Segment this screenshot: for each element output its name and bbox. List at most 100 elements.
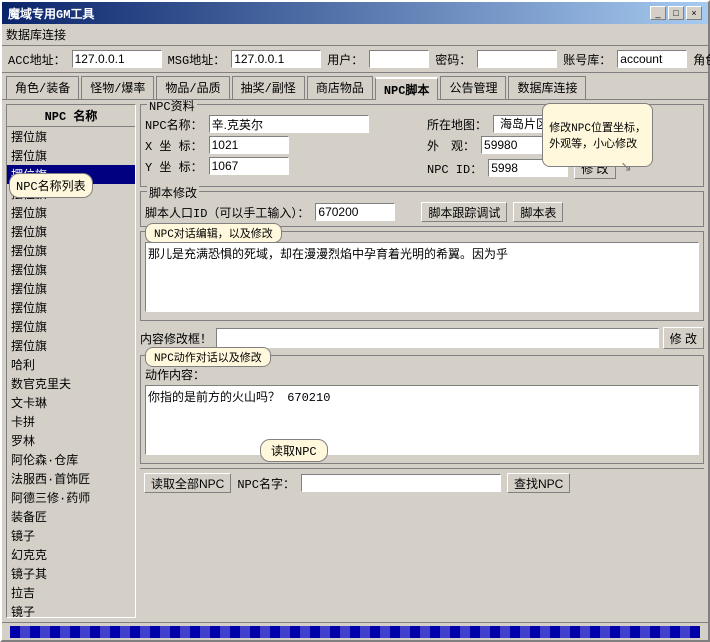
main-content: NPC 名称 摆位旗 摆位旗 摆位旗 摆位旗 摆位旗 摆位旗 摆位旗 摆位旗 摆… bbox=[2, 100, 708, 622]
npc-list-panel: NPC 名称 摆位旗 摆位旗 摆位旗 摆位旗 摆位旗 摆位旗 摆位旗 摆位旗 摆… bbox=[6, 104, 136, 618]
npc-name-search-label: NPC名字： bbox=[237, 475, 295, 492]
content-modify-button[interactable]: 修 改 bbox=[663, 327, 704, 349]
list-item[interactable]: 摆位旗 bbox=[7, 146, 135, 165]
list-item[interactable]: 摆位旗 bbox=[7, 279, 135, 298]
dialog-section: NPC对话编辑，以及修改 那儿是充满恐惧的死域，却在漫漫烈焰中孕育着光明的希翼。… bbox=[140, 231, 704, 321]
list-item[interactable]: 摆位旗 bbox=[7, 260, 135, 279]
list-item[interactable]: 摆位旗 bbox=[7, 298, 135, 317]
debug-button[interactable]: 脚本跟踪调试 bbox=[421, 202, 507, 222]
account-label: 账号库： bbox=[563, 51, 611, 68]
bottom-bar: 读取NPC 读取全部NPC NPC名字： 查找NPC bbox=[140, 468, 704, 497]
list-item[interactable]: 文卡琳 bbox=[7, 393, 135, 412]
pwd-input[interactable] bbox=[477, 50, 557, 68]
pwd-label: 密码： bbox=[435, 51, 471, 68]
window-title: 魔域专用GM工具 bbox=[8, 5, 94, 22]
list-item[interactable]: 阿德三修·药师 bbox=[7, 488, 135, 507]
action-callout: NPC动作对话以及修改 bbox=[145, 347, 271, 367]
list-item[interactable]: 数官克里夫 bbox=[7, 374, 135, 393]
npc-data-group: NPC资料 修改NPC位置坐标，外观等，小心修改 ↘ NPC名称： X 坐 标： bbox=[140, 104, 704, 187]
npc-name-row: NPC名称： bbox=[145, 115, 417, 133]
title-bar-buttons: _ □ × bbox=[650, 6, 702, 20]
list-item[interactable]: 哈利 bbox=[7, 355, 135, 374]
script-section: 脚本修改 脚本人口ID（可以手工输入）： 脚本跟踪调试 脚本表 bbox=[140, 191, 704, 227]
role-label: 角色库： bbox=[693, 51, 710, 68]
read-npc-callout: 读取NPC bbox=[260, 439, 328, 462]
tabs-bar: 角色/装备 怪物/爆率 物品/品质 抽奖/副怪 商店物品 NPC脚本 公告管理 … bbox=[2, 73, 708, 100]
x-coord-input[interactable] bbox=[209, 136, 289, 154]
npc-name-input[interactable] bbox=[209, 115, 369, 133]
tab-shop-items[interactable]: 商店物品 bbox=[307, 76, 373, 99]
script-id-label: 脚本人口ID（可以手工输入）： bbox=[145, 204, 309, 221]
callout-arrow: ↘ bbox=[620, 159, 632, 176]
action-content-label: 动作内容： bbox=[145, 366, 699, 383]
list-item[interactable]: 拉吉 bbox=[7, 583, 135, 602]
action-textarea[interactable]: 你指的是前方的火山吗？ 670210 bbox=[145, 385, 699, 455]
list-item[interactable]: 阿伦森·仓库 bbox=[7, 450, 135, 469]
action-section: NPC动作对话以及修改 动作内容： 你指的是前方的火山吗？ 670210 bbox=[140, 355, 704, 464]
script-id-input[interactable] bbox=[315, 203, 395, 221]
x-coord-label: X 坐 标： bbox=[145, 137, 203, 154]
list-item[interactable]: 摆位旗 bbox=[7, 222, 135, 241]
menu-db-connect[interactable]: 数据库连接 bbox=[6, 29, 66, 43]
maximize-button[interactable]: □ bbox=[668, 6, 684, 20]
list-item[interactable]: 装备匠 bbox=[7, 507, 135, 526]
npc-id-label: NPC ID： bbox=[427, 160, 482, 177]
npc-name-label: NPC名称： bbox=[145, 116, 203, 133]
npc-info-left: NPC名称： X 坐 标： Y 坐 标： bbox=[145, 115, 417, 178]
main-window: 魔域专用GM工具 _ □ × 数据库连接 ACC地址： MSG地址： 用户： 密… bbox=[0, 0, 710, 642]
search-npc-button[interactable]: 查找NPC bbox=[507, 473, 570, 493]
title-bar: 魔域专用GM工具 _ □ × bbox=[2, 2, 708, 24]
tab-monster-drop[interactable]: 怪物/爆率 bbox=[81, 76, 154, 99]
read-all-npc-button[interactable]: 读取全部NPC bbox=[144, 473, 231, 493]
list-item[interactable]: 摆位旗 bbox=[7, 336, 135, 355]
script-id-row: 脚本人口ID（可以手工输入）： 脚本跟踪调试 脚本表 bbox=[145, 202, 699, 222]
script-label: 脚本修改 bbox=[147, 184, 199, 201]
list-item[interactable]: 镜子 bbox=[7, 526, 135, 545]
acc-bar: ACC地址： MSG地址： 用户： 密码： 账号库： 角色库： 断开 bbox=[2, 46, 708, 73]
list-item[interactable]: 镜子其 bbox=[7, 564, 135, 583]
tab-announcement[interactable]: 公告管理 bbox=[440, 76, 506, 99]
acc-input[interactable] bbox=[72, 50, 162, 68]
x-coord-row: X 坐 标： bbox=[145, 136, 417, 154]
status-progressbar bbox=[10, 626, 700, 638]
tab-db-connect[interactable]: 数据库连接 bbox=[508, 76, 586, 99]
action-content-area: 动作内容： 你指的是前方的火山吗？ 670210 bbox=[145, 366, 699, 459]
right-panel: NPC资料 修改NPC位置坐标，外观等，小心修改 ↘ NPC名称： X 坐 标： bbox=[140, 104, 704, 618]
list-item[interactable]: 罗林 bbox=[7, 431, 135, 450]
list-item[interactable]: 摆位旗 bbox=[7, 203, 135, 222]
npc-list-header: NPC 名称 bbox=[7, 105, 135, 127]
user-input[interactable] bbox=[369, 50, 429, 68]
y-coord-input[interactable] bbox=[209, 157, 289, 175]
user-label: 用户： bbox=[327, 51, 363, 68]
y-coord-label: Y 坐 标： bbox=[145, 158, 203, 175]
npc-pos-callout: 修改NPC位置坐标，外观等，小心修改 ↘ bbox=[542, 103, 653, 167]
status-bar bbox=[2, 622, 708, 640]
tab-item-quality[interactable]: 物品/品质 bbox=[156, 76, 229, 99]
list-item[interactable]: 卡拼 bbox=[7, 412, 135, 431]
list-item[interactable]: 摆位旗 bbox=[7, 241, 135, 260]
tab-lottery[interactable]: 抽奖/副怪 bbox=[232, 76, 305, 99]
dialog-textarea[interactable]: 那儿是充满恐惧的死域，却在漫漫烈焰中孕育着光明的希翼。因为乎 bbox=[145, 242, 699, 312]
close-button[interactable]: × bbox=[686, 6, 702, 20]
acc-label: ACC地址： bbox=[8, 51, 66, 68]
content-edit-input[interactable] bbox=[216, 328, 659, 348]
map-label: 所在地图： bbox=[427, 116, 487, 133]
npc-name-search-input[interactable] bbox=[301, 474, 501, 492]
content-edit-label: 内容修改框！ bbox=[140, 330, 212, 347]
account-input[interactable] bbox=[617, 50, 687, 68]
script-table-button[interactable]: 脚本表 bbox=[513, 202, 563, 222]
msg-input[interactable] bbox=[231, 50, 321, 68]
npc-list-scroll[interactable]: 摆位旗 摆位旗 摆位旗 摆位旗 摆位旗 摆位旗 摆位旗 摆位旗 摆位旗 摆位旗 … bbox=[7, 127, 135, 617]
menu-bar: 数据库连接 bbox=[2, 24, 708, 46]
dialog-callout: NPC对话编辑，以及修改 bbox=[145, 223, 282, 243]
list-item[interactable]: 摆位旗 bbox=[7, 127, 135, 146]
tab-npc-script[interactable]: NPC脚本 bbox=[375, 77, 439, 100]
y-coord-row: Y 坐 标： bbox=[145, 157, 417, 175]
minimize-button[interactable]: _ bbox=[650, 6, 666, 20]
list-item[interactable]: 幻克克 bbox=[7, 545, 135, 564]
appearance-label: 外 观： bbox=[427, 137, 475, 154]
list-item[interactable]: 法服西·首饰匠 bbox=[7, 469, 135, 488]
list-item[interactable]: 摆位旗 bbox=[7, 317, 135, 336]
list-item[interactable]: 镜子 bbox=[7, 602, 135, 617]
tab-role-equipment[interactable]: 角色/装备 bbox=[6, 76, 79, 99]
